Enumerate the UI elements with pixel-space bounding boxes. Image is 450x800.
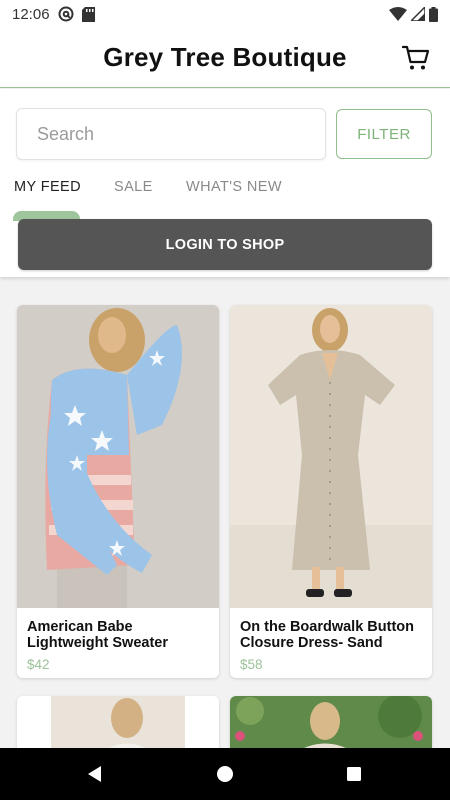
product-name: American Babe Lightweight Sweater: [27, 619, 168, 651]
filter-button[interactable]: FILTER: [336, 109, 432, 159]
product-image: [230, 696, 432, 756]
recents-icon[interactable]: [344, 764, 364, 784]
system-nav-bar: [0, 748, 450, 800]
login-to-shop-button[interactable]: LOGIN TO SHOP: [18, 219, 432, 270]
sd-card-icon: [81, 6, 95, 22]
product-name: On the Boardwalk Button Closure Dress- S…: [240, 619, 414, 651]
at-sign-icon: [58, 6, 74, 22]
product-price: $42: [27, 657, 50, 672]
status-bar: 12:06: [0, 0, 450, 28]
product-card[interactable]: On the Boardwalk Button Closure Dress- S…: [230, 305, 432, 678]
back-icon[interactable]: [85, 764, 105, 784]
status-time: 12:06: [12, 5, 50, 23]
app-screen: 12:06 Grey Tree Boutique Search FILTER M…: [0, 0, 450, 800]
search-box[interactable]: [16, 108, 326, 160]
wifi-icon: [389, 7, 407, 21]
product-image: [17, 696, 219, 756]
product-price: $58: [240, 657, 263, 672]
tab-sale[interactable]: SALE: [114, 179, 153, 219]
status-right: [389, 6, 438, 22]
app-header: Grey Tree Boutique: [0, 28, 450, 88]
product-card[interactable]: [230, 696, 432, 756]
product-card[interactable]: [17, 696, 219, 756]
status-left: 12:06: [12, 6, 95, 23]
product-image: [17, 305, 219, 608]
search-input[interactable]: [37, 123, 305, 145]
home-icon[interactable]: [215, 764, 235, 784]
tab-whats-new[interactable]: WHAT'S NEW: [186, 179, 282, 219]
page-title: Grey Tree Boutique: [103, 42, 347, 72]
cart-icon: [402, 45, 430, 70]
product-card[interactable]: American Babe Lightweight Sweater $42: [17, 305, 219, 678]
cart-button[interactable]: [400, 42, 432, 74]
signal-icon: [411, 7, 425, 21]
battery-icon: [429, 6, 438, 22]
controls-panel: FILTER MY FEED SALE WHAT'S NEW LOGIN TO …: [0, 89, 450, 277]
product-grid: American Babe Lightweight Sweater $42 On…: [0, 277, 450, 756]
product-image: [230, 305, 432, 608]
